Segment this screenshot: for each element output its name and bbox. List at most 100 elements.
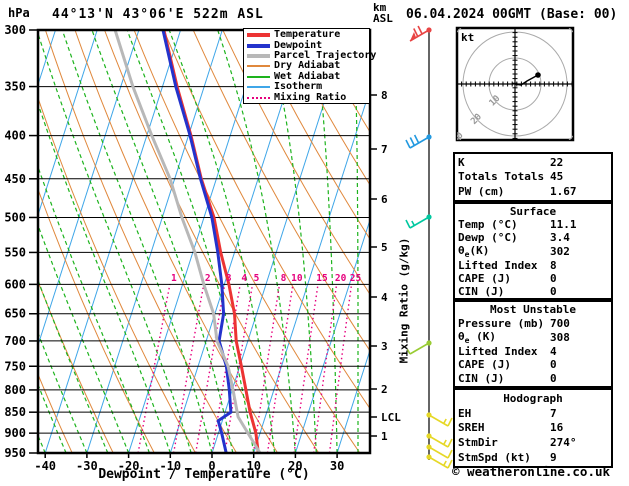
table-row-label: CIN (J): [458, 371, 505, 385]
indices-table: Surface Temp (°C) 11.1 Dewp (°C) 3.4 θe(K) 302…: [453, 202, 613, 300]
table-row-value: 7: [550, 406, 557, 420]
table-title: Most Unstable: [489, 303, 577, 317]
legend-item: Dry Adiabat: [247, 61, 369, 71]
km-tick-label: 3: [381, 340, 388, 353]
km-tick-label: 6: [381, 193, 388, 206]
table-row-value: 9: [550, 451, 557, 465]
pressure-tick-label: 700: [4, 334, 26, 348]
legend-item-label: Mixing Ratio: [274, 91, 347, 103]
km-tick-label: 1: [381, 430, 388, 443]
pressure-tick-label: 450: [4, 172, 26, 186]
pressure-tick-label: 650: [4, 307, 26, 321]
mixing-ratio-label: 4: [241, 273, 247, 284]
pressure-tick-label: 400: [4, 129, 26, 143]
table-row: StmDir 274°: [458, 435, 608, 450]
table-row-label: EH: [458, 406, 472, 420]
indices-table: K 22 Totals Totals 45 PW (cm) 1.67: [453, 152, 613, 202]
km-tick-label: 7: [381, 143, 388, 156]
table-title: Surface: [509, 205, 557, 218]
table-row-value: 0: [550, 272, 557, 286]
mixing-ratio-label: 3: [226, 273, 232, 284]
table-row-value: 11.1: [550, 218, 577, 231]
table-row: Dewp (°C) 3.4: [458, 231, 608, 244]
altitude-axis-unit: km ASL: [373, 1, 393, 25]
table-row: CIN (J) 0: [458, 372, 608, 385]
table-row-label: CAPE (J): [458, 358, 511, 372]
pressure-tick-label: 550: [4, 245, 26, 259]
mixing-ratio-label: 1: [171, 273, 177, 284]
table-row: EH 7: [458, 406, 608, 421]
legend-item-label: Isotherm: [274, 81, 323, 93]
table-row: θe (K) 308: [458, 330, 608, 345]
wind-barb: [409, 25, 432, 42]
legend-item: Temperature: [247, 30, 369, 40]
table-row-label: Temp (°C): [458, 218, 518, 231]
table-row-label: CAPE (J): [458, 272, 511, 286]
legend-line-swatch: [247, 86, 270, 89]
table-row-label: Lifted Index: [458, 345, 538, 359]
table-row-value: 0: [550, 371, 557, 385]
pressure-unit-label: hPa: [8, 6, 30, 20]
table-row-label: K: [458, 155, 465, 169]
table-row: Lifted Index 8: [458, 259, 608, 272]
table-row: Temp (°C) 11.1: [458, 218, 608, 231]
table-row: SREH 16: [458, 421, 608, 436]
km-tick-label: 4: [381, 291, 388, 304]
legend-line-swatch: [247, 65, 270, 68]
x-axis-label: Dewpoint / Temperature (°C): [98, 467, 310, 482]
table-row-value: 1.67: [550, 185, 577, 199]
wind-barb: [426, 412, 453, 427]
legend-item: Mixing Ratio: [247, 92, 369, 102]
pressure-tick-label: 900: [4, 426, 26, 440]
station-title: 44°13'N 43°06'E 522m ASL: [52, 7, 264, 22]
pressure-tick-label: 800: [4, 383, 26, 397]
dry-adiabat-line: [44, 30, 238, 453]
table-row-value: 22: [550, 155, 564, 169]
table-row: Lifted Index 4: [458, 345, 608, 358]
pressure-tick-label: 750: [4, 359, 26, 373]
table-row-value: 274°: [550, 436, 577, 450]
mixing-ratio-label: 25: [350, 273, 362, 284]
copyright-footer: © weatheronline.co.uk: [452, 464, 611, 479]
pressure-tick-label: 500: [4, 210, 26, 224]
table-row: CAPE (J) 0: [458, 272, 608, 285]
hodograph-plot: 102030: [455, 26, 575, 142]
table-row-label: SREH: [458, 421, 485, 435]
legend-item-label: Dry Adiabat: [274, 60, 341, 72]
lcl-label: LCL: [381, 411, 401, 424]
hodograph-unit-label: kt: [461, 31, 475, 44]
table-row: K 22: [458, 155, 608, 170]
table-row: Pressure (mb) 700: [458, 316, 608, 330]
indices-table: Hodograph EH 7 SREH 16 StmDir 274° StmSpd (kt) 9: [453, 388, 613, 468]
table-row-label: PW (cm): [458, 185, 505, 199]
mixing-ratio-label: 10: [291, 273, 303, 284]
wind-barb: [406, 340, 432, 355]
hodograph-trace-end-dot: [535, 72, 541, 78]
table-row-label: CIN (J): [458, 285, 505, 299]
datetime-title: 06.04.2024 00GMT (Base: 00): [406, 7, 618, 22]
table-row-label: θe(K): [458, 244, 490, 260]
table-row: CIN (J) 0: [458, 285, 608, 298]
legend: Temperature Dewpoint Parcel Trajectory Dry …: [243, 28, 376, 104]
km-tick-label: 8: [381, 89, 388, 102]
table-row-value: 16: [550, 421, 564, 435]
km-tick-label: 2: [381, 383, 388, 396]
table-row-value: 700: [550, 316, 570, 330]
table-row-value: 8: [550, 259, 557, 273]
wind-barb: [405, 134, 432, 149]
table-row-label: StmSpd (kt): [458, 451, 531, 465]
table-row-value: 0: [550, 358, 557, 372]
wet-adiabat-line: [0, 30, 4, 453]
table-row-value: 4: [550, 345, 557, 359]
table-row: θe(K) 302: [458, 244, 608, 259]
mixing-ratio-label: 20: [335, 273, 347, 284]
legend-line-swatch: [247, 75, 270, 78]
table-row-value: 0: [550, 285, 557, 299]
table-title: Hodograph: [503, 391, 563, 405]
legend-line-swatch: [247, 43, 270, 48]
table-row: PW (cm) 1.67: [458, 184, 608, 199]
indices-table: Most Unstable Pressure (mb) 700 θe (K) 308 Li…: [453, 300, 613, 388]
table-row-label: Dewp (°C): [458, 231, 518, 244]
legend-line-swatch: [247, 96, 270, 99]
table-row-value: 302: [550, 245, 570, 259]
